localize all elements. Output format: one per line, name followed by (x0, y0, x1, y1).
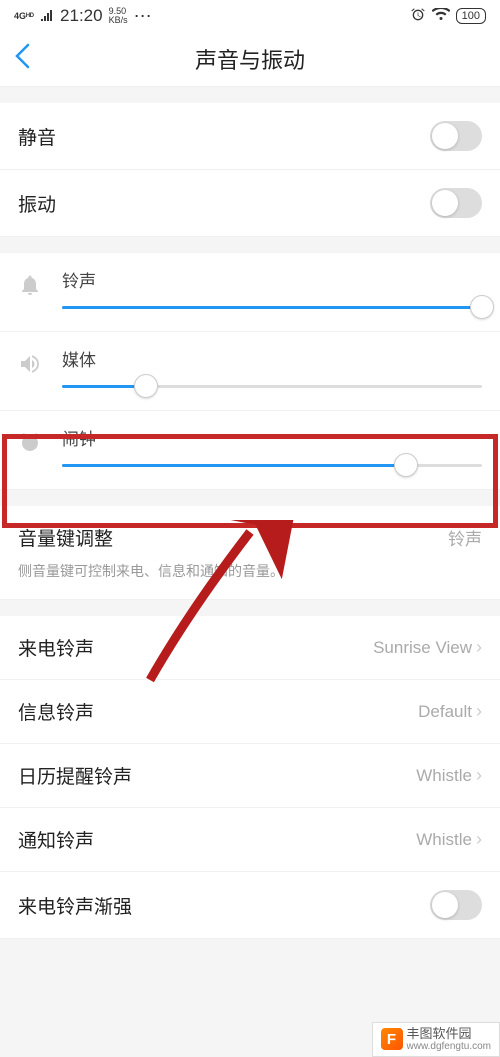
setting-value: Whistle › (416, 765, 482, 786)
page-title: 声音与振动 (0, 43, 500, 75)
network-speed: 9.50 KB/s (109, 7, 128, 25)
network-indicator: 4Gᴴᴰ (14, 11, 34, 21)
ringtone-setting-row[interactable]: 通知铃声 Whistle › (0, 808, 500, 872)
vibrate-toggle[interactable] (430, 188, 482, 218)
clock-time: 21:20 (60, 6, 103, 26)
chevron-right-icon: › (476, 701, 482, 722)
volume-key-description: 侧音量键可控制来电、信息和通知的音量。 (0, 557, 500, 600)
ringtone-slider-row: 铃声 (0, 253, 500, 332)
setting-value: Sunrise View › (373, 637, 482, 658)
ringtone-setting-row[interactable]: 信息铃声 Default › (0, 680, 500, 744)
ringtone-setting-row[interactable]: 日历提醒铃声 Whistle › (0, 744, 500, 808)
alarm-slider-row: 闹钟 (0, 411, 500, 490)
vibrate-row[interactable]: 振动 (0, 170, 500, 237)
mute-row[interactable]: 静音 (0, 103, 500, 170)
volume-key-label: 音量键调整 (18, 524, 113, 551)
wifi-icon (432, 8, 450, 25)
volume-key-value: 铃声 (448, 525, 482, 550)
setting-label: 日历提醒铃声 (18, 762, 132, 789)
status-bar: 4Gᴴᴰ 21:20 9.50 KB/s ⋯ 100 (0, 0, 500, 32)
setting-label: 来电铃声 (18, 634, 94, 661)
watermark: F 丰图软件园 www.dgfengtu.com (372, 1022, 500, 1057)
bell-icon (18, 273, 50, 303)
speaker-icon (18, 352, 50, 382)
crescendo-toggle[interactable] (430, 890, 482, 920)
chevron-right-icon: › (476, 637, 482, 658)
ringtone-slider[interactable] (62, 306, 482, 309)
signal-icon (40, 9, 54, 24)
chevron-right-icon: › (476, 765, 482, 786)
alarm-slider-label: 闹钟 (62, 425, 482, 450)
navigation-bar: 声音与振动 (0, 32, 500, 87)
vibrate-label: 振动 (18, 190, 56, 217)
ringtone-slider-label: 铃声 (62, 267, 482, 292)
media-slider-row: 媒体 (0, 332, 500, 411)
back-button[interactable] (14, 43, 30, 76)
ringtone-setting-row[interactable]: 来电铃声 Sunrise View › (0, 616, 500, 680)
battery-indicator: 100 (456, 8, 486, 24)
clock-icon (18, 431, 50, 461)
crescendo-label: 来电铃声渐强 (18, 892, 132, 919)
watermark-url: www.dgfengtu.com (407, 1041, 492, 1052)
setting-label: 信息铃声 (18, 698, 94, 725)
setting-value: Whistle › (416, 829, 482, 850)
watermark-logo-icon: F (381, 1028, 403, 1050)
setting-value: Default › (418, 701, 482, 722)
alarm-icon (410, 7, 426, 26)
media-slider[interactable] (62, 385, 482, 388)
mute-label: 静音 (18, 123, 56, 150)
more-icon: ⋯ (134, 6, 153, 27)
setting-label: 通知铃声 (18, 826, 94, 853)
crescendo-row[interactable]: 来电铃声渐强 (0, 872, 500, 939)
mute-toggle[interactable] (430, 121, 482, 151)
chevron-right-icon: › (476, 829, 482, 850)
watermark-name: 丰图软件园 (407, 1027, 492, 1041)
alarm-slider[interactable] (62, 464, 482, 467)
volume-key-row[interactable]: 音量键调整 铃声 (0, 506, 500, 557)
media-slider-label: 媒体 (62, 346, 482, 371)
